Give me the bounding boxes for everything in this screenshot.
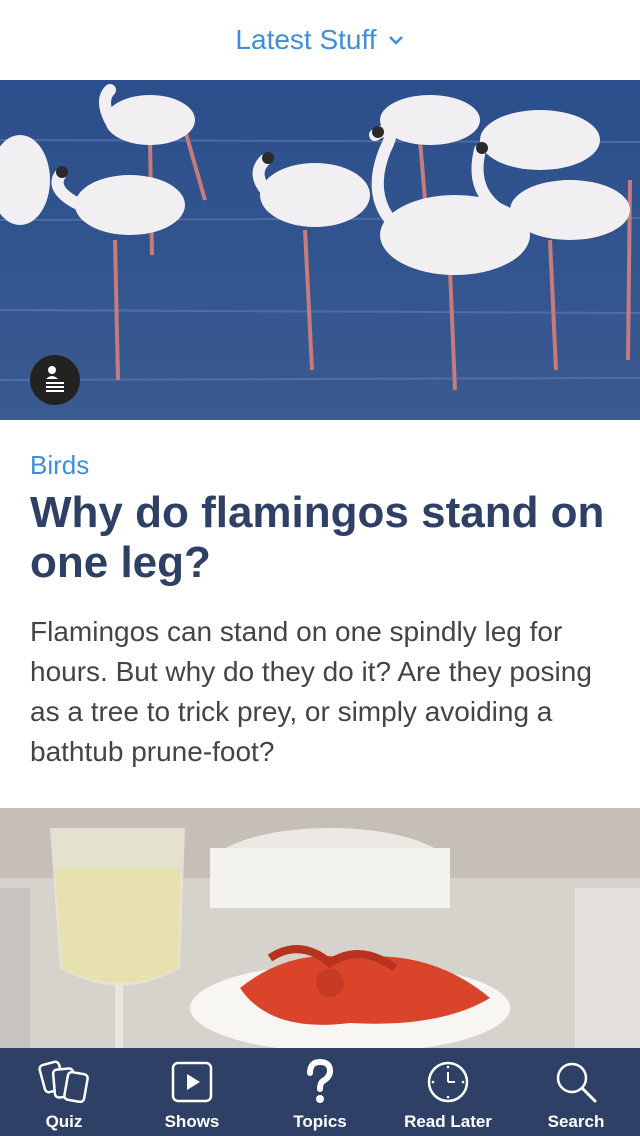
question-mark-icon <box>305 1058 335 1106</box>
tab-quiz-label: Quiz <box>45 1112 83 1131</box>
article-card[interactable]: Birds Why do flamingos stand on one leg?… <box>0 420 640 808</box>
hero-image[interactable] <box>0 80 640 420</box>
tab-topics[interactable]: Topics <box>256 1048 384 1136</box>
cards-icon <box>38 1058 90 1106</box>
tab-shows[interactable]: Shows <box>128 1048 256 1136</box>
tab-quiz[interactable]: Quiz <box>0 1048 128 1136</box>
tab-search[interactable]: Search <box>512 1048 640 1136</box>
person-info-icon <box>42 364 68 397</box>
section-title: Latest Stuff <box>235 24 377 55</box>
tab-search-label: Search <box>547 1112 605 1131</box>
clock-icon <box>426 1058 470 1106</box>
article-summary: Flamingos can stand on one spindly leg f… <box>30 616 592 767</box>
tab-topics-label: Topics <box>293 1112 347 1131</box>
play-icon <box>171 1058 213 1106</box>
chevron-down-icon <box>387 24 405 56</box>
tab-shows-label: Shows <box>164 1112 220 1131</box>
author-info-button[interactable] <box>30 355 80 405</box>
search-icon <box>554 1058 598 1106</box>
next-article-image[interactable] <box>0 808 640 1048</box>
tab-read-later[interactable]: Read Later <box>384 1048 512 1136</box>
section-dropdown[interactable]: Latest Stuff <box>235 24 404 56</box>
tab-read-later-label: Read Later <box>404 1112 492 1131</box>
top-header: Latest Stuff <box>0 0 640 80</box>
bottom-tab-bar: Quiz Shows Topics Read Later Search <box>0 1048 640 1136</box>
article-headline[interactable]: Why do flamingos stand on one leg? <box>30 488 620 588</box>
article-category[interactable]: Birds <box>30 450 89 481</box>
